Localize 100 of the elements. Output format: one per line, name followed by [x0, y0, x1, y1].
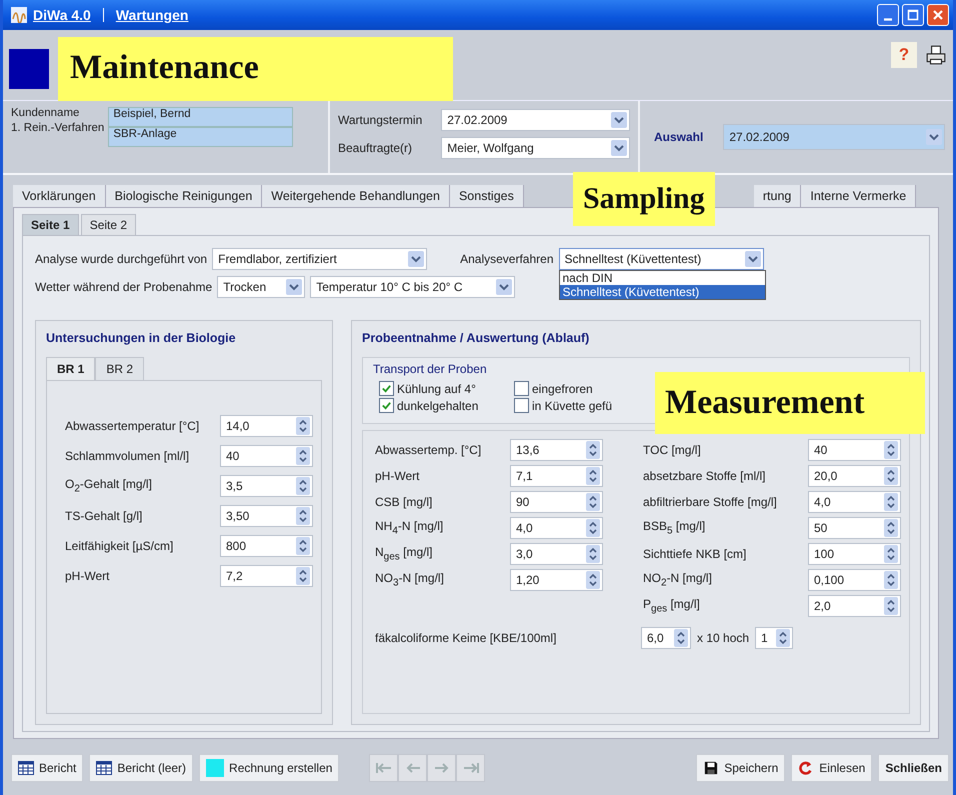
field-label: 1. Rein.-Verfahren	[11, 122, 104, 134]
field-label: NO$_{2}$-N [mg/l]	[643, 571, 713, 589]
checkmark-icon	[381, 400, 392, 411]
date-dropdown[interactable]: 27.02.2009	[723, 124, 945, 150]
spinner-arrows-icon[interactable]	[586, 571, 600, 589]
field-label: TS-Gehalt [g/l]	[65, 509, 144, 523]
number-spinner[interactable]: 2,0	[808, 595, 901, 617]
footer-button[interactable]: Einlesen	[791, 754, 872, 782]
app-icon	[11, 7, 27, 23]
dropdown-option[interactable]: nach DIN	[560, 271, 764, 285]
spinner-arrows-icon[interactable]	[884, 467, 898, 485]
printer-icon[interactable]	[925, 44, 947, 66]
spinner-arrows-icon[interactable]	[296, 507, 310, 525]
tab[interactable]: Vorklärungen	[13, 185, 106, 207]
number-spinner[interactable]: 800	[220, 535, 313, 557]
number-spinner[interactable]: 1,20	[510, 569, 603, 591]
field-label: Abwassertemperatur [°C]	[65, 419, 200, 433]
checkbox[interactable]	[379, 381, 394, 396]
spinner-arrows-icon[interactable]	[776, 629, 790, 647]
maximize-button[interactable]	[902, 4, 924, 26]
spinner-arrows-icon[interactable]	[586, 545, 600, 563]
dropdown[interactable]: Schnelltest (Küvettentest)	[558, 248, 764, 270]
number-spinner[interactable]: 3,50	[220, 505, 313, 527]
footer-button[interactable]: Speichern	[696, 754, 786, 782]
dropdown[interactable]: Trocken	[217, 276, 306, 298]
number-spinner[interactable]: 13,6	[510, 439, 603, 461]
number-spinner[interactable]: 40	[220, 445, 313, 467]
spinner-arrows-icon[interactable]	[674, 629, 688, 647]
spinner-arrows-icon[interactable]	[586, 467, 600, 485]
dropdown[interactable]: Meier, Wolfgang	[441, 137, 630, 159]
dropdown[interactable]: Temperatur 10° C bis 20° C	[310, 276, 516, 298]
tab[interactable]: Seite 1	[22, 214, 79, 235]
panel-title: Probeentnahme / Auswertung (Ablauf)	[362, 331, 590, 345]
spinner-arrows-icon[interactable]	[296, 537, 310, 555]
readonly-field: SBR-Anlage	[108, 127, 294, 147]
spinner-arrows-icon[interactable]	[884, 571, 898, 589]
group-title: Transport der Proben	[373, 362, 488, 376]
number-spinner[interactable]: 3,0	[510, 543, 603, 565]
checkbox[interactable]	[514, 381, 529, 396]
number-spinner[interactable]: 7,2	[220, 565, 313, 587]
spinner-arrows-icon[interactable]	[296, 477, 310, 495]
number-spinner[interactable]: 3,5	[220, 475, 313, 497]
spinner-arrows-icon[interactable]	[586, 493, 600, 511]
spinner-arrows-icon[interactable]	[296, 417, 310, 435]
spinner-arrows-icon[interactable]	[296, 567, 310, 585]
checkbox[interactable]	[379, 398, 394, 413]
footer-button[interactable]: Schließen	[878, 754, 949, 782]
field-label: abfiltrierbare Stoffe [mg/l]	[643, 495, 778, 509]
number-spinner[interactable]: 40	[808, 439, 901, 461]
number-spinner[interactable]: 50	[808, 517, 901, 539]
help-button[interactable]: ?	[891, 42, 917, 68]
spinner-arrows-icon[interactable]	[884, 597, 898, 615]
spinner-arrows-icon[interactable]	[884, 493, 898, 511]
number-spinner[interactable]: 1	[755, 627, 794, 649]
footer-button[interactable]: Rechnung erstellen	[199, 754, 340, 782]
number-spinner[interactable]: 7,1	[510, 465, 603, 487]
field-label: Wartungstermin	[338, 113, 424, 127]
spinner-arrows-icon[interactable]	[884, 545, 898, 563]
spinner-arrows-icon[interactable]	[884, 441, 898, 459]
number-spinner[interactable]: 20,0	[808, 465, 901, 487]
tab[interactable]: BR 2	[95, 357, 144, 380]
checkbox-label: eingefroren	[532, 382, 593, 396]
tab[interactable]: BR 1	[46, 357, 96, 380]
number-spinner[interactable]: 4,0	[808, 491, 901, 513]
tab[interactable]: Interne Vermerke	[801, 185, 916, 207]
field-label: pH-Wert	[375, 469, 420, 483]
tab[interactable]: Sonstiges	[450, 185, 524, 207]
footer-button[interactable]: Bericht	[11, 754, 84, 782]
field-label: Kundenname	[11, 107, 80, 119]
minimize-button[interactable]	[877, 4, 899, 26]
number-spinner[interactable]: 14,0	[220, 415, 313, 437]
spinner-arrows-icon[interactable]	[884, 519, 898, 537]
dropdown[interactable]: 27.02.2009	[441, 109, 630, 131]
field-label: NH$_{4}$-N [mg/l]	[375, 519, 444, 537]
field-label: N$_{ges}$ [mg/l]	[375, 545, 434, 563]
module-color-square	[9, 49, 49, 89]
footer-button[interactable]: Bericht (leer)	[89, 754, 194, 782]
dropdown-option[interactable]: Schnelltest (Küvettentest)	[560, 285, 764, 299]
spinner-arrows-icon[interactable]	[586, 519, 600, 537]
number-spinner[interactable]: 100	[808, 543, 901, 565]
checkbox[interactable]	[514, 398, 529, 413]
number-spinner[interactable]: 90	[510, 491, 603, 513]
tab[interactable]: rtung	[754, 185, 802, 207]
callout-label: Sampling	[573, 172, 715, 226]
spinner-arrows-icon[interactable]	[296, 447, 310, 465]
checkbox-label: in Küvette gefü	[532, 398, 612, 412]
number-spinner[interactable]: 0,100	[808, 569, 901, 591]
number-spinner[interactable]: 4,0	[510, 517, 603, 539]
field-label: O$_{2}$-Gehalt [mg/l]	[65, 477, 153, 495]
tab[interactable]: Weitergehende Behandlungen	[262, 185, 450, 207]
number-spinner[interactable]: 6,0	[641, 627, 691, 649]
close-button[interactable]	[927, 4, 949, 26]
tab[interactable]: Seite 2	[80, 214, 136, 235]
square-icon	[206, 759, 224, 777]
checkbox-label: dunkelgehalten	[397, 398, 478, 412]
field-label: NO$_{3}$-N [mg/l]	[375, 571, 445, 589]
dropdown[interactable]: Fremdlabor, zertifiziert	[212, 248, 428, 270]
readonly-field: Beispiel, Bernd	[108, 107, 294, 127]
tab[interactable]: Biologische Reinigungen	[106, 185, 262, 207]
spinner-arrows-icon[interactable]	[586, 441, 600, 459]
